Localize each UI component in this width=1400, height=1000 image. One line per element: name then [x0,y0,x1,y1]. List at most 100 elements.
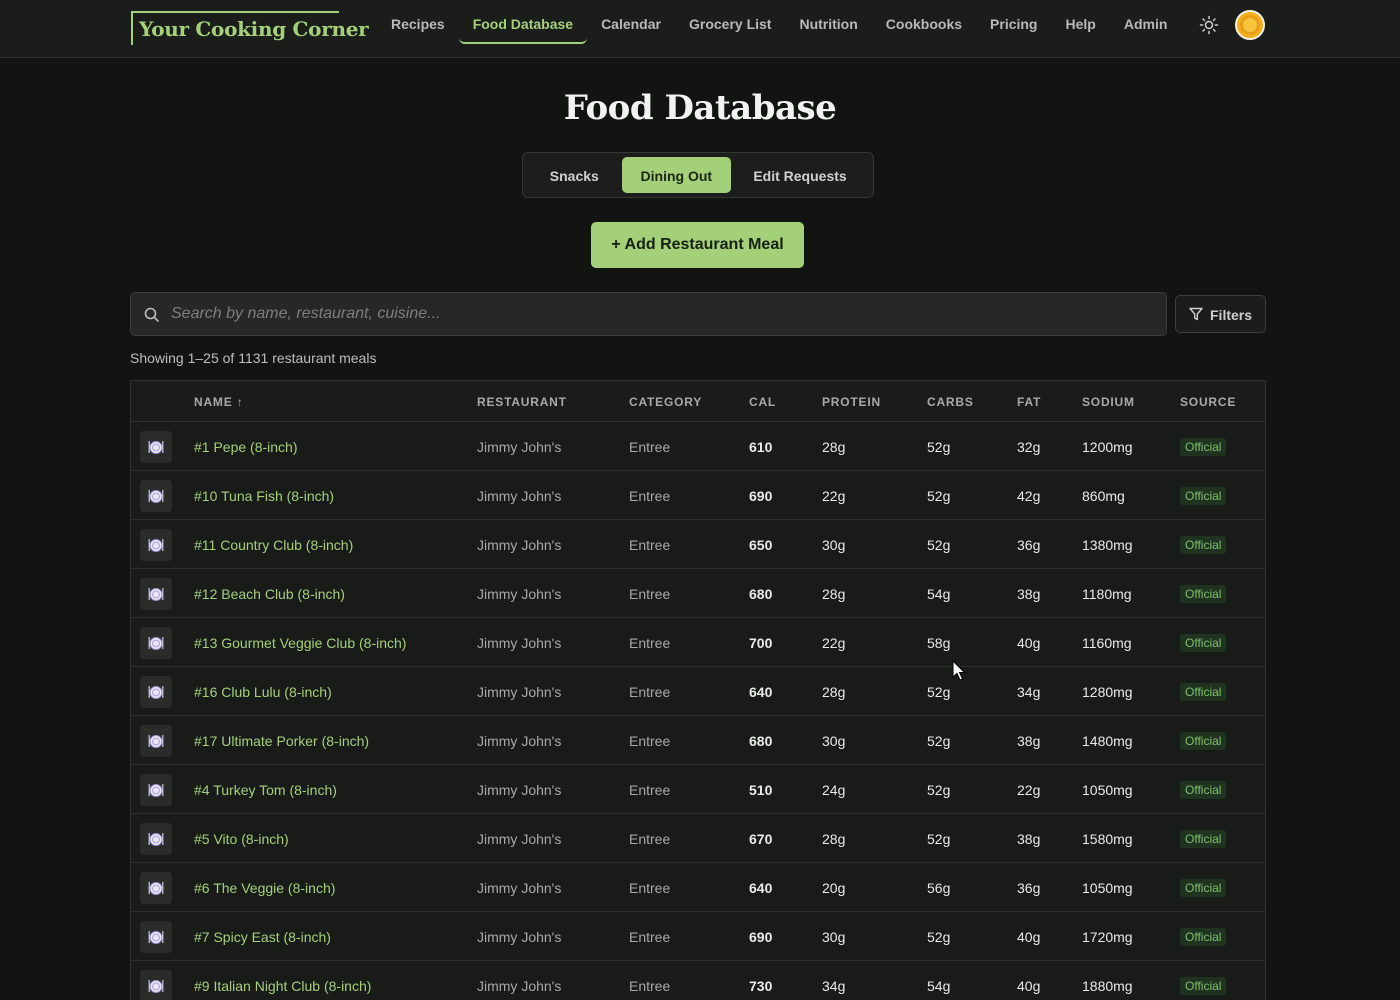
nav-item-help[interactable]: Help [1052,0,1110,44]
fat-cell: 38g [1017,733,1041,749]
column-header-carbs[interactable]: CARBS [927,395,974,409]
fat-cell: 22g [1017,782,1041,798]
meal-name-link[interactable]: #13 Gourmet Veggie Club (8-inch) [194,635,406,651]
meal-name-link[interactable]: #17 Ultimate Porker (8-inch) [194,733,369,749]
carbs-cell: 52g [927,439,951,455]
nav-item-pricing[interactable]: Pricing [976,0,1051,44]
meal-name-link[interactable]: #7 Spicy East (8-inch) [194,929,331,945]
avatar[interactable] [1235,10,1265,40]
column-header-category[interactable]: CATEGORY [629,395,702,409]
sun-icon[interactable] [1199,15,1219,35]
restaurant-cell: Jimmy John's [477,880,562,896]
filters-label: Filters [1210,307,1253,323]
add-restaurant-meal-button[interactable]: + Add Restaurant Meal [591,222,804,268]
nav-item-food-database[interactable]: Food Database [458,0,588,44]
meal-name-link[interactable]: #10 Tuna Fish (8-inch) [194,488,334,504]
nav-item-admin[interactable]: Admin [1110,0,1182,44]
category-cell: Entree [629,586,671,602]
column-header-fat[interactable]: FAT [1017,395,1041,409]
sodium-cell: 1180mg [1082,586,1132,602]
table-row[interactable]: #16 Club Lulu (8-inch) Jimmy John's Entree… [131,667,1265,716]
fat-cell: 36g [1017,537,1041,553]
category-cell: Entree [629,929,671,945]
fat-cell: 38g [1017,586,1041,602]
category-cell: Entree [629,733,671,749]
table-row[interactable]: #17 Ultimate Porker (8-inch) Jimmy John's… [131,716,1265,765]
column-header-sodium[interactable]: SODIUM [1082,395,1135,409]
protein-cell: 22g [822,488,846,504]
table-row[interactable]: #10 Tuna Fish (8-inch) Jimmy John's Entree… [131,471,1265,520]
table-row[interactable]: #4 Turkey Tom (8-inch) Jimmy John's Entree… [131,765,1265,814]
fat-cell: 42g [1017,488,1041,504]
calories-cell: 690 [749,929,773,945]
column-header-restaurant[interactable]: RESTAURANT [477,395,567,409]
sodium-cell: 1280mg [1082,684,1133,700]
sodium-cell: 1480mg [1082,733,1133,749]
meals-table: NAME ↑ RESTAURANT CATEGORY CAL PROTEIN C… [130,380,1266,1000]
table-row[interactable]: #12 Beach Club (8-inch) Jimmy John's Entre… [131,569,1265,618]
column-header-source[interactable]: SOURCE [1180,395,1236,409]
nav-item-grocery-list[interactable]: Grocery List [675,0,785,44]
column-header-name-label: NAME [194,395,233,409]
restaurant-cell: Jimmy John's [477,537,562,553]
source-badge: Official [1180,781,1227,799]
table-row[interactable]: #9 Italian Night Club (8-inch) Jimmy John… [131,961,1265,1000]
category-cell: Entree [629,782,671,798]
meal-name-link[interactable]: #4 Turkey Tom (8-inch) [194,782,337,798]
table-row[interactable]: #1 Pepe (8-inch) Jimmy John's Entree 610 28g… [131,422,1265,471]
filter-icon [1189,307,1203,321]
sodium-cell: 1580mg [1082,831,1133,847]
source-badge: Official [1180,928,1227,946]
filters-button[interactable]: Filters [1175,295,1266,333]
protein-cell: 30g [822,929,846,945]
calories-cell: 670 [749,831,773,847]
tab-dining-out[interactable]: Dining Out [621,157,732,193]
meal-name-link[interactable]: #16 Club Lulu (8-inch) [194,684,332,700]
column-header-name[interactable]: NAME ↑ [194,395,244,409]
fat-cell: 40g [1017,635,1041,651]
restaurant-cell: Jimmy John's [477,831,562,847]
column-header-protein[interactable]: PROTEIN [822,395,881,409]
calories-cell: 640 [749,880,773,896]
nav-item-cookbooks[interactable]: Cookbooks [872,0,976,44]
meal-name-link[interactable]: #9 Italian Night Club (8-inch) [194,978,371,994]
protein-cell: 34g [822,978,846,994]
column-header-cal[interactable]: CAL [749,395,776,409]
protein-cell: 30g [822,733,846,749]
table-row[interactable]: #7 Spicy East (8-inch) Jimmy John's Entree… [131,912,1265,961]
meal-name-link[interactable]: #11 Country Club (8-inch) [194,537,353,553]
results-summary: Showing 1–25 of 1131 restaurant meals [130,350,377,366]
meal-name-link[interactable]: #12 Beach Club (8-inch) [194,586,345,602]
meal-name-link[interactable]: #1 Pepe (8-inch) [194,439,298,455]
fat-cell: 40g [1017,978,1041,994]
sodium-cell: 1380mg [1082,537,1133,553]
fat-cell: 32g [1017,439,1041,455]
table-row[interactable]: #11 Country Club (8-inch) Jimmy John's Ent… [131,520,1265,569]
restaurant-cell: Jimmy John's [477,439,562,455]
dish-icon [140,872,172,904]
tab-snacks[interactable]: Snacks [527,157,622,193]
dish-icon [140,823,172,855]
sodium-cell: 1050mg [1082,782,1133,798]
meal-name-link[interactable]: #5 Vito (8-inch) [194,831,289,847]
restaurant-cell: Jimmy John's [477,684,562,700]
protein-cell: 24g [822,782,846,798]
food-type-tabs: Snacks Dining Out Edit Requests [522,152,874,198]
carbs-cell: 52g [927,537,951,553]
nav-item-calendar[interactable]: Calendar [587,0,675,44]
nav-item-recipes[interactable]: Recipes [377,0,459,44]
fat-cell: 34g [1017,684,1041,700]
category-cell: Entree [629,439,671,455]
table-row[interactable]: #5 Vito (8-inch) Jimmy John's Entree 670 28g… [131,814,1265,863]
meal-name-link[interactable]: #6 The Veggie (8-inch) [194,880,335,896]
avatar-image [1243,18,1257,32]
table-row[interactable]: #13 Gourmet Veggie Club (8-inch) Jimmy Jo… [131,618,1265,667]
search-input[interactable] [171,293,1151,335]
dish-icon [140,529,172,561]
top-navbar: Your Cooking Corner Recipes Food Databas… [0,0,1400,58]
app-logo[interactable]: Your Cooking Corner [131,11,369,45]
dish-icon [140,578,172,610]
tab-edit-requests[interactable]: Edit Requests [731,157,869,193]
table-row[interactable]: #6 The Veggie (8-inch) Jimmy John's Entree… [131,863,1265,912]
nav-item-nutrition[interactable]: Nutrition [785,0,871,44]
